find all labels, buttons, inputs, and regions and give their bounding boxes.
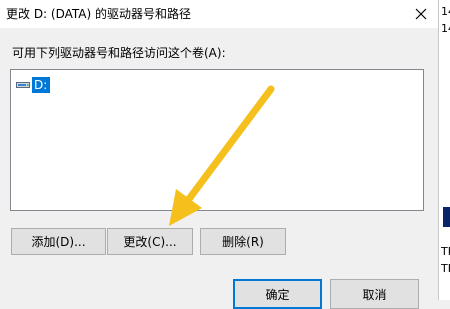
add-button[interactable]: 添加(D)...	[11, 228, 106, 255]
close-icon	[415, 8, 427, 20]
instruction-label: 可用下列驱动器号和路径访问这个卷(A):	[12, 46, 226, 60]
background-text: 14	[441, 22, 450, 35]
background-text: TF	[441, 245, 450, 258]
title-bar: 更改 D: (DATA) 的驱动器号和路径	[0, 0, 438, 28]
cancel-button[interactable]: 取消	[330, 279, 419, 309]
change-drive-letter-dialog: 更改 D: (DATA) 的驱动器号和路径 可用下列驱动器号和路径访问这个卷(A…	[0, 0, 438, 309]
close-button[interactable]	[404, 0, 438, 28]
list-item[interactable]: D:	[16, 76, 51, 94]
background-text: 14	[441, 5, 450, 18]
drive-icon	[16, 79, 30, 91]
delete-button[interactable]: 删除(R)	[200, 228, 286, 255]
ok-button[interactable]: 确定	[233, 279, 322, 309]
dialog-title: 更改 D: (DATA) 的驱动器号和路径	[6, 7, 192, 21]
background-window: 14 14 TF TF	[438, 0, 450, 300]
drive-path-list[interactable]: D:	[10, 69, 424, 211]
change-button[interactable]: 更改(C)...	[107, 228, 193, 255]
background-selection-bar	[443, 207, 450, 227]
list-item-label: D:	[32, 77, 51, 93]
background-text: TF	[441, 262, 450, 275]
